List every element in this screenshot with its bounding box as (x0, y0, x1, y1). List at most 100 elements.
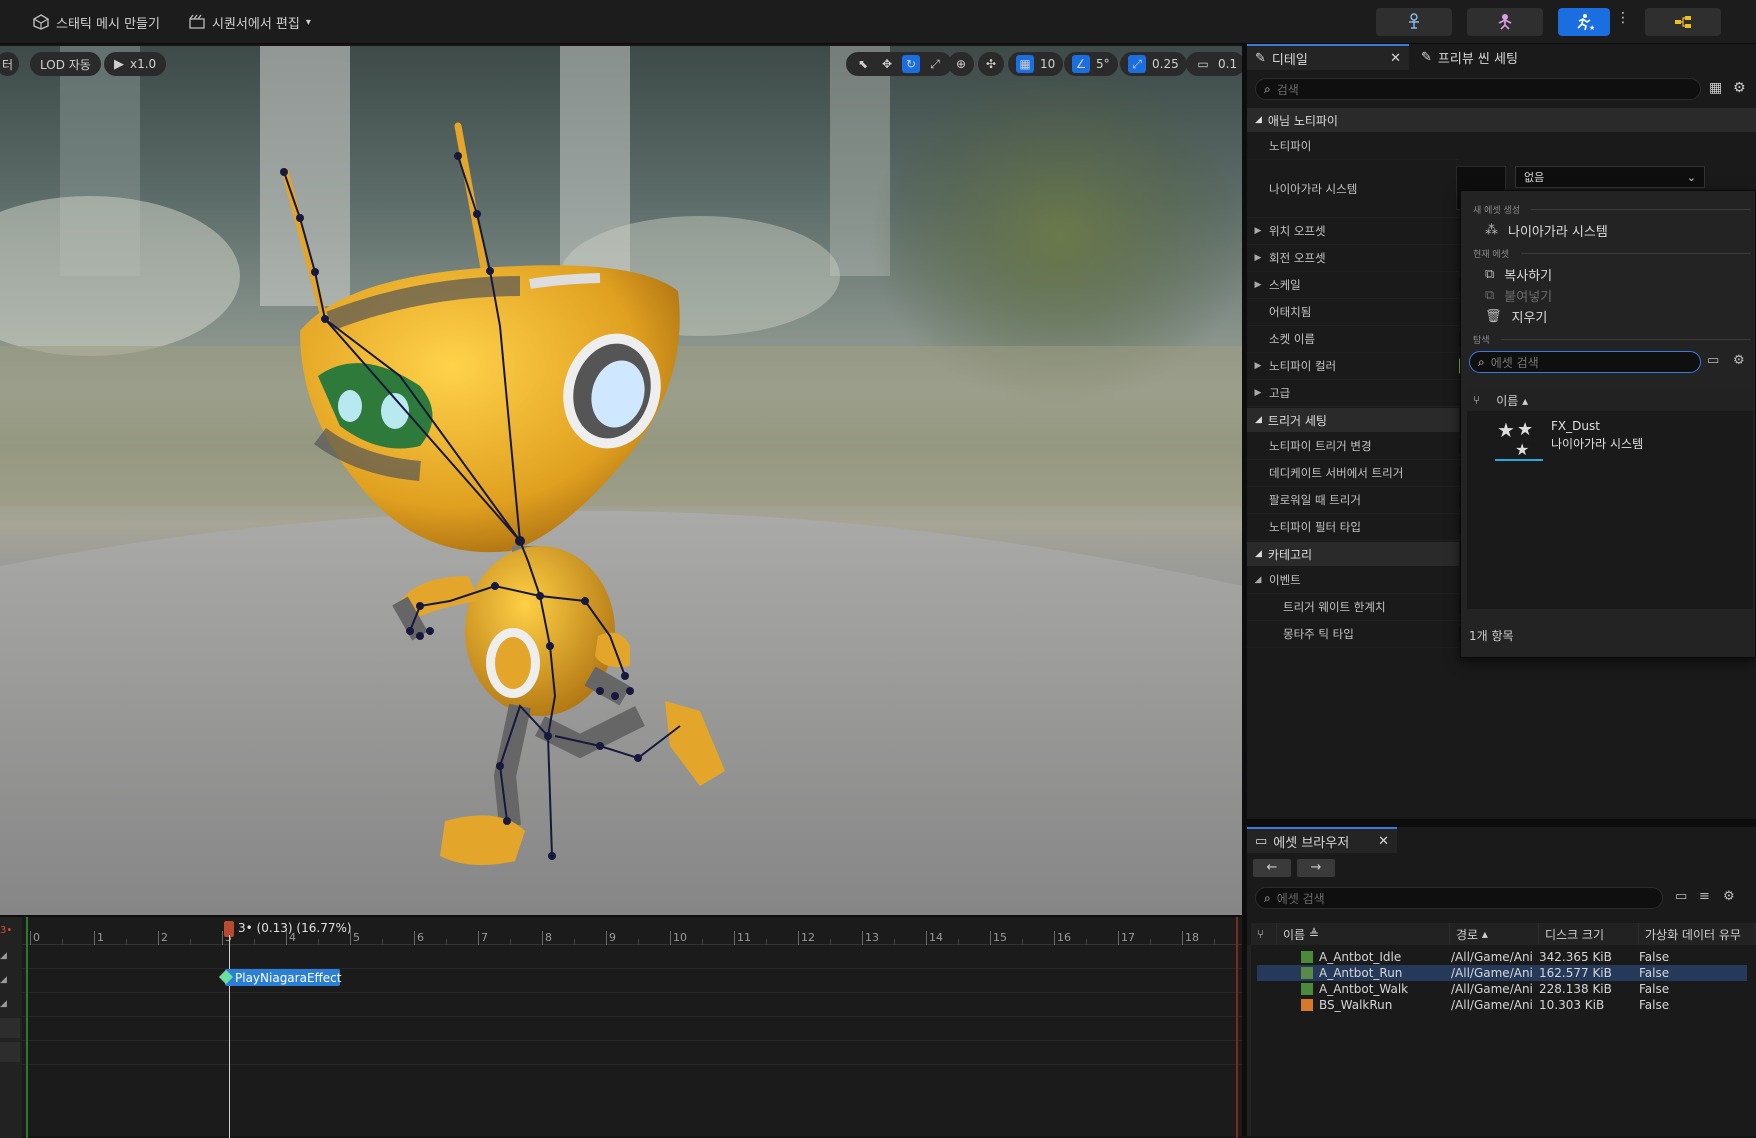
make-static-mesh-button[interactable]: 스태틱 메시 만들기 (24, 8, 168, 36)
translate-icon[interactable]: ✥ (878, 55, 896, 73)
branch-icon[interactable]: ⑂ (1473, 393, 1480, 407)
column-disk-size[interactable]: 디스크 크기 (1539, 923, 1639, 945)
surface-snap-icon: ✣ (985, 57, 997, 71)
mesh-mode-button[interactable] (1467, 8, 1543, 36)
prop-notify-color[interactable]: ▶ 노티파이 컬러 (1247, 353, 1459, 380)
back-arrow-icon[interactable]: ← (1253, 859, 1291, 877)
lod-button[interactable]: LOD 자동 (30, 52, 101, 76)
section-trigger-settings[interactable]: ◢ 트리거 세팅 (1247, 408, 1459, 432)
notify-track-row[interactable] (22, 993, 1242, 1017)
surface-snap-button[interactable]: ✣ (978, 52, 1004, 76)
table-row[interactable]: A_Antbot_Idle /All/Game/Ani 342.365 KiB … (1257, 949, 1747, 965)
prop-montage-label: 몽타주 틱 타입 (1283, 627, 1354, 641)
niagara-asset-value: 없음 (1524, 171, 1545, 184)
blueprint-mode-button[interactable] (1645, 8, 1721, 36)
asset-browser-panel: ▭ 에셋 브라우저 ✕ ← → ⌕ 에셋 검색 ▭ ≡ ⚙ ⑂ 이름 ≜ 경로 … (1247, 827, 1756, 1136)
frame-tick (94, 931, 95, 945)
forward-arrow-icon[interactable]: → (1297, 859, 1335, 877)
rotate-icon[interactable]: ↻ (902, 55, 920, 73)
frame-tick-label: 5 (353, 931, 360, 944)
notify-track-row[interactable] (22, 1041, 1242, 1065)
frame-tick (222, 931, 223, 945)
asset-browser-search-input[interactable]: ⌕ 에셋 검색 (1255, 887, 1663, 909)
table-row[interactable]: BS_WalkRun /All/Game/Ani 10.303 KiB Fals… (1257, 997, 1747, 1013)
track-collapse-arrow[interactable]: ◢ (0, 951, 20, 965)
frame-tick-label: 17 (1121, 931, 1135, 944)
prop-location-offset[interactable]: ▶ 위치 오프셋 (1247, 218, 1459, 245)
track-collapse-arrow[interactable]: ◢ (0, 999, 20, 1013)
details-search-placeholder: 검색 (1276, 82, 1299, 97)
close-icon[interactable]: ✕ (1390, 51, 1401, 66)
branch-icon[interactable]: ⑂ (1251, 923, 1277, 945)
scale-icon[interactable]: ⤢ (926, 55, 944, 73)
gear-icon[interactable]: ⚙ (1723, 889, 1735, 904)
notify-track-row[interactable] (22, 945, 1242, 969)
prop-advanced[interactable]: ▶ 고급 (1247, 380, 1459, 407)
gear-icon[interactable]: ⚙ (1733, 80, 1746, 96)
frame-tick-label: 6 (417, 931, 424, 944)
camera-speed-button[interactable]: ▭ 0.1 (1186, 52, 1242, 76)
prop-scale[interactable]: ▶ 스케일 (1247, 272, 1459, 299)
track-collapse-arrow[interactable]: ◢ (0, 975, 20, 989)
asset-size: 162.577 KiB (1539, 966, 1612, 980)
play-rate-button[interactable]: ▶ x1.0 (104, 52, 167, 76)
menu-item-create-niagara[interactable]: ⁂ 나이아가라 시스템 (1485, 221, 1608, 240)
section-anim-notify[interactable]: ◢ 애님 노티파이 (1247, 108, 1756, 132)
make-static-mesh-label: 스태틱 메시 만들기 (56, 16, 160, 32)
expand-arrow-icon: ◢ (1255, 115, 1262, 125)
filter-icon[interactable]: ≡ (1699, 889, 1710, 904)
table-view-icon[interactable]: ▦ (1709, 80, 1722, 96)
menu-item-copy-label: 복사하기 (1504, 269, 1553, 284)
frame-ruler[interactable]: 0123456789101112131415161718 (22, 917, 1242, 945)
panel-splitter[interactable] (1242, 44, 1247, 1136)
animation-mode-button[interactable]: ★ (1558, 8, 1610, 36)
coordinate-space-button[interactable]: ⊕ (948, 52, 974, 76)
asset-item-name[interactable]: FX_Dust (1551, 419, 1600, 433)
notify-track-row[interactable] (22, 969, 1242, 993)
preview-viewport[interactable]: 터 LOD 자동 ▶ x1.0 ⬉ ✥ ↻ ⤢ ⊕ ✣ ▦ 10 ∠ 5° ⤢ … (0, 46, 1242, 915)
prop-niagara-label: 나이아가라 시스템 (1269, 181, 1358, 196)
asset-picker-search-input[interactable]: ⌕ 에셋 검색 (1469, 351, 1701, 373)
column-virtualized[interactable]: 가상화 데이터 유무 (1639, 923, 1756, 945)
menu-item-clear[interactable]: 🗑 지우기 (1485, 307, 1547, 326)
sequencer-icon (188, 13, 206, 31)
gear-icon[interactable]: ⚙ (1733, 353, 1745, 368)
paste-icon: ⧉ (1485, 288, 1495, 303)
skeleton-mode-button[interactable] (1376, 8, 1452, 36)
track-header[interactable] (0, 1018, 20, 1038)
scale-snap-button[interactable]: ⤢ 0.25 (1120, 52, 1187, 76)
tab-details[interactable]: ✎ 디테일 ✕ (1247, 44, 1409, 70)
section-category[interactable]: ◢ 카테고리 (1247, 542, 1459, 566)
folder-icon[interactable]: ▭ (1675, 889, 1687, 904)
folder-icon[interactable]: ▭ (1707, 353, 1719, 368)
grid-snap-button[interactable]: ▦ 10 (1008, 52, 1064, 76)
asset-browser-icon: ▭ (1255, 833, 1268, 849)
svg-text:★: ★ (1517, 419, 1533, 440)
column-name-header[interactable]: 이름 ▴ (1496, 392, 1528, 409)
more-options-icon[interactable]: ⋮ (1616, 10, 1630, 34)
niagara-asset-thumbnail[interactable]: ★ ★ ★ (1495, 417, 1543, 461)
tab-asset-browser[interactable]: ▭ 에셋 브라우저 ✕ (1247, 827, 1397, 853)
rotation-snap-button[interactable]: ∠ 5° (1064, 52, 1118, 76)
frame-tick-label: 12 (801, 931, 815, 944)
menu-item-copy[interactable]: ⧉ 복사하기 (1485, 265, 1552, 284)
select-icon[interactable]: ⬉ (854, 55, 872, 73)
niagara-asset-picker[interactable]: 없음 ⌄ (1515, 166, 1705, 188)
prop-event-group[interactable]: ◢ 이벤트 (1247, 567, 1459, 594)
edit-in-sequencer-button[interactable]: 시퀀서에서 편집 ▾ (180, 8, 319, 36)
notify-track-row[interactable] (22, 1017, 1242, 1041)
notify-timeline[interactable]: 3• ◢ ◢ ◢ 0123456789101112131415161718 3•… (0, 915, 1242, 1138)
prop-rotation-offset[interactable]: ▶ 회전 오프셋 (1247, 245, 1459, 272)
table-row[interactable]: A_Antbot_Run /All/Game/Ani 162.577 KiB F… (1257, 965, 1747, 981)
table-row[interactable]: A_Antbot_Walk /All/Game/Ani 228.138 KiB … (1257, 981, 1747, 997)
column-name[interactable]: 이름 ≜ (1277, 923, 1450, 945)
play-niagara-effect-notify[interactable]: PlayNiagaraEffect (218, 969, 341, 986)
panel-splitter[interactable] (1247, 819, 1756, 827)
tab-preview-scene[interactable]: ✎ 프리뷰 씬 세팅 (1413, 44, 1526, 70)
prop-notify: 노티파이 (1247, 133, 1459, 160)
svg-text:★: ★ (1515, 440, 1529, 459)
details-search-input[interactable]: ⌕ 검색 (1255, 78, 1701, 100)
close-icon[interactable]: ✕ (1378, 834, 1389, 849)
column-path[interactable]: 경로 ▴ (1450, 923, 1539, 945)
track-header[interactable] (0, 1042, 20, 1062)
